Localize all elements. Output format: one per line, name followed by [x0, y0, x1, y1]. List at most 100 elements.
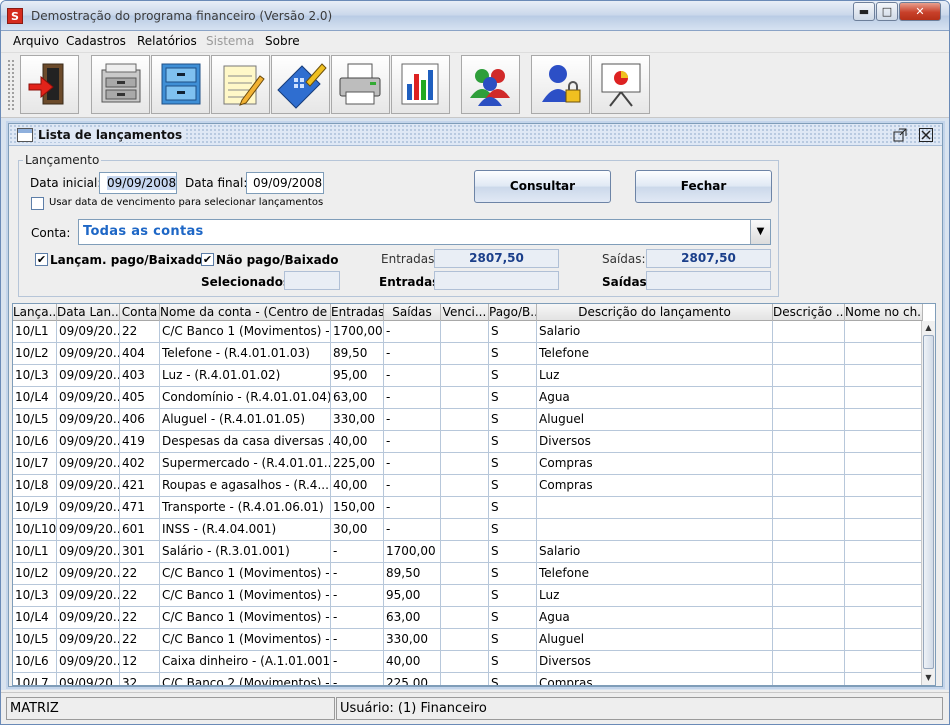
relatorio-button[interactable]	[391, 55, 450, 114]
table-row[interactable]: 10/L9 09/09/20... 471 Transporte - (R.4.01.…	[13, 497, 923, 519]
table-cell[interactable]: S	[489, 673, 537, 685]
table-cell[interactable]: 10/L2	[13, 563, 57, 585]
table-cell[interactable]	[773, 563, 845, 585]
table-cell[interactable]: 09/09/20...	[57, 431, 120, 453]
table-cell[interactable]: 09/09/20...	[57, 673, 120, 685]
table-cell[interactable]: Agua	[537, 387, 773, 409]
table-row[interactable]: 10/L8 09/09/20... 421 Roupas e agasalhos - …	[13, 475, 923, 497]
table-cell[interactable]	[845, 585, 923, 607]
table-cell[interactable]	[845, 563, 923, 585]
table-cell[interactable]	[773, 343, 845, 365]
table-cell[interactable]	[773, 453, 845, 475]
apresentacao-button[interactable]	[591, 55, 650, 114]
column-header[interactable]: Descrição ...	[773, 304, 845, 321]
table-cell[interactable]: 404	[120, 343, 160, 365]
exit-button[interactable]	[20, 55, 79, 114]
column-header[interactable]: Nome da conta - (Centro de c...	[160, 304, 331, 321]
table-cell[interactable]: 09/09/20...	[57, 651, 120, 673]
table-cell[interactable]: -	[384, 453, 441, 475]
table-cell[interactable]: 95,00	[384, 585, 441, 607]
table-cell[interactable]: 40,00	[331, 475, 384, 497]
table-cell[interactable]	[441, 431, 489, 453]
internal-frame-title-bar[interactable]: Lista de lançamentos	[9, 124, 942, 146]
table-cell[interactable]: 89,50	[331, 343, 384, 365]
close-button[interactable]: ✕	[899, 2, 941, 21]
table-cell[interactable]: Compras	[537, 475, 773, 497]
table-row[interactable]: 10/L5 09/09/20... 22 C/C Banco 1 (Movimento…	[13, 629, 923, 651]
table-cell[interactable]: S	[489, 497, 537, 519]
table-cell[interactable]: 10/L7	[13, 453, 57, 475]
table-cell[interactable]: Diversos	[537, 651, 773, 673]
fechar-button[interactable]: Fechar	[635, 170, 772, 203]
table-cell[interactable]	[441, 475, 489, 497]
table-row[interactable]: 10/L1 09/09/20... 22 C/C Banco 1 (Movimento…	[13, 321, 923, 343]
chevron-down-icon[interactable]: ▼	[750, 220, 770, 244]
menu-sobre[interactable]: Sobre	[265, 34, 300, 48]
table-cell[interactable]: -	[384, 519, 441, 541]
table-cell[interactable]: S	[489, 585, 537, 607]
table-cell[interactable]: 10/L4	[13, 387, 57, 409]
column-header[interactable]: Data Lan...	[57, 304, 120, 321]
consultar-button[interactable]: Consultar	[474, 170, 611, 203]
usar-vencimento-checkbox[interactable]	[31, 197, 44, 210]
table-cell[interactable]: 1700,00	[331, 321, 384, 343]
table-cell[interactable]: C/C Banco 2 (Movimentos) - ...	[160, 673, 331, 685]
table-cell[interactable]: 601	[120, 519, 160, 541]
table-cell[interactable]	[441, 497, 489, 519]
table-cell[interactable]: 09/09/20...	[57, 409, 120, 431]
table-cell[interactable]: C/C Banco 1 (Movimentos) - ...	[160, 629, 331, 651]
menu-relatorios[interactable]: Relatórios	[137, 34, 197, 48]
pago-checkbox[interactable]: ✔	[35, 253, 48, 266]
table-cell[interactable]: Roupas e agasalhos - (R.4....	[160, 475, 331, 497]
table-cell[interactable]	[773, 431, 845, 453]
table-cell[interactable]: Compras	[537, 673, 773, 685]
table-cell[interactable]: 10/L9	[13, 497, 57, 519]
table-cell[interactable]	[773, 651, 845, 673]
table-cell[interactable]: -	[331, 541, 384, 563]
table-cell[interactable]: Condomínio - (R.4.01.01.04)	[160, 387, 331, 409]
table-cell[interactable]	[441, 563, 489, 585]
table-cell[interactable]: 10/L5	[13, 629, 57, 651]
table-cell[interactable]	[773, 607, 845, 629]
table-cell[interactable]: Luz	[537, 365, 773, 387]
table-cell[interactable]: 301	[120, 541, 160, 563]
table-cell[interactable]	[537, 497, 773, 519]
table-cell[interactable]: 10/L2	[13, 343, 57, 365]
table-cell[interactable]: 22	[120, 585, 160, 607]
minimize-button[interactable]: ▬	[853, 2, 875, 21]
table-cell[interactable]: 40,00	[331, 431, 384, 453]
table-cell[interactable]	[845, 343, 923, 365]
table-cell[interactable]: -	[384, 387, 441, 409]
table-cell[interactable]: S	[489, 431, 537, 453]
table-cell[interactable]: 10/L1	[13, 321, 57, 343]
column-header[interactable]: Venci...	[441, 304, 489, 321]
column-header[interactable]: Pago/B...	[489, 304, 537, 321]
table-cell[interactable]	[845, 541, 923, 563]
lancamentos-button[interactable]	[211, 55, 270, 114]
table-row[interactable]: 10/L7 09/09/20... 402 Supermercado - (R.4.0…	[13, 453, 923, 475]
table-cell[interactable]: Compras	[537, 453, 773, 475]
imprimir-button[interactable]	[331, 55, 390, 114]
data-inicial-field[interactable]: 09/09/2008	[99, 172, 177, 194]
table-cell[interactable]	[441, 321, 489, 343]
table-cell[interactable]	[773, 585, 845, 607]
table-cell[interactable]: 95,00	[331, 365, 384, 387]
table-cell[interactable]	[441, 453, 489, 475]
column-header[interactable]: Nome no ch...	[845, 304, 923, 321]
table-cell[interactable]: S	[489, 453, 537, 475]
table-cell[interactable]	[845, 321, 923, 343]
table-row[interactable]: 10/L1 09/09/20... 301 Salário - (R.3.01.001…	[13, 541, 923, 563]
table-cell[interactable]: 32	[120, 673, 160, 685]
vertical-scrollbar[interactable]: ▲ ▼	[921, 321, 935, 685]
table-cell[interactable]	[773, 475, 845, 497]
table-cell[interactable]: 471	[120, 497, 160, 519]
table-cell[interactable]: 09/09/20...	[57, 497, 120, 519]
table-cell[interactable]	[441, 409, 489, 431]
permissoes-button[interactable]	[531, 55, 590, 114]
maximize-icon[interactable]	[893, 128, 907, 142]
table-cell[interactable]: 10/L8	[13, 475, 57, 497]
table-cell[interactable]: Despesas da casa diversas ...	[160, 431, 331, 453]
table-cell[interactable]: 405	[120, 387, 160, 409]
conta-combobox[interactable]: Todas as contas ▼	[78, 219, 771, 245]
table-cell[interactable]	[773, 387, 845, 409]
